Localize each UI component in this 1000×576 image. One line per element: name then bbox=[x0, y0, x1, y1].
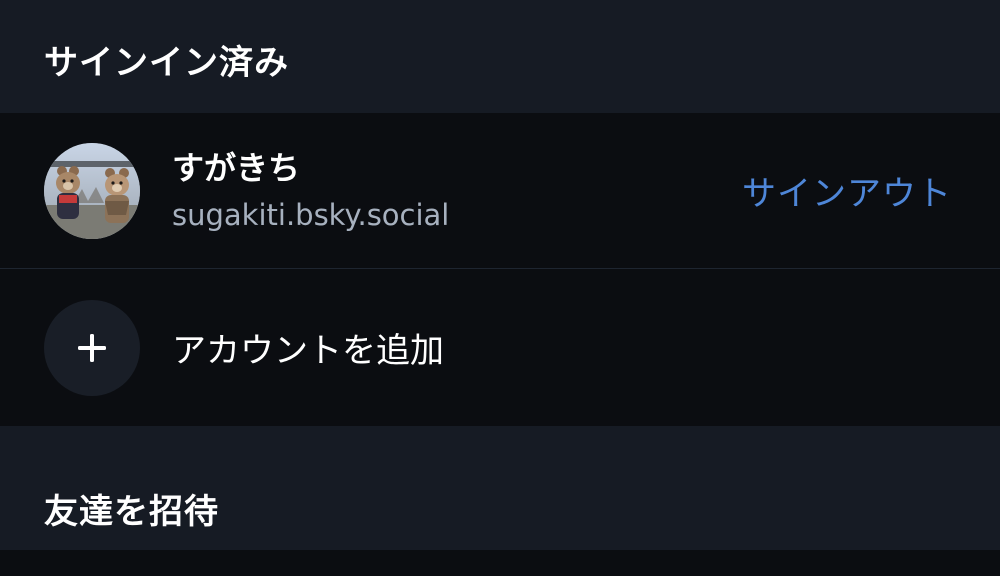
invite-section-content bbox=[0, 550, 1000, 576]
add-account-label: アカウントを追加 bbox=[172, 331, 444, 371]
settings-accounts-screen: サインイン済み すがきち sugakiti.bsky.social サインアウト… bbox=[0, 0, 1000, 576]
add-account-button[interactable]: アカウントを追加 bbox=[0, 269, 1000, 426]
add-account-icon-circle bbox=[44, 299, 140, 396]
avatar bbox=[44, 142, 140, 239]
account-handle: sugakiti.bsky.social bbox=[172, 197, 450, 232]
sign-out-button[interactable]: サインアウト bbox=[742, 166, 952, 215]
invite-section-title: 友達を招待 bbox=[44, 491, 219, 532]
plus-icon bbox=[78, 333, 106, 362]
account-row[interactable]: すがきち sugakiti.bsky.social サインアウト bbox=[0, 113, 1000, 269]
account-display-name: すがきち bbox=[172, 148, 301, 187]
signed-in-section-title: サインイン済み bbox=[44, 43, 289, 83]
account-info: すがきち sugakiti.bsky.social bbox=[172, 148, 449, 234]
profile-photo-icon bbox=[44, 142, 140, 239]
invite-section-header: 友達を招待 bbox=[0, 426, 1000, 550]
signed-in-section-header: サインイン済み bbox=[0, 0, 1000, 113]
